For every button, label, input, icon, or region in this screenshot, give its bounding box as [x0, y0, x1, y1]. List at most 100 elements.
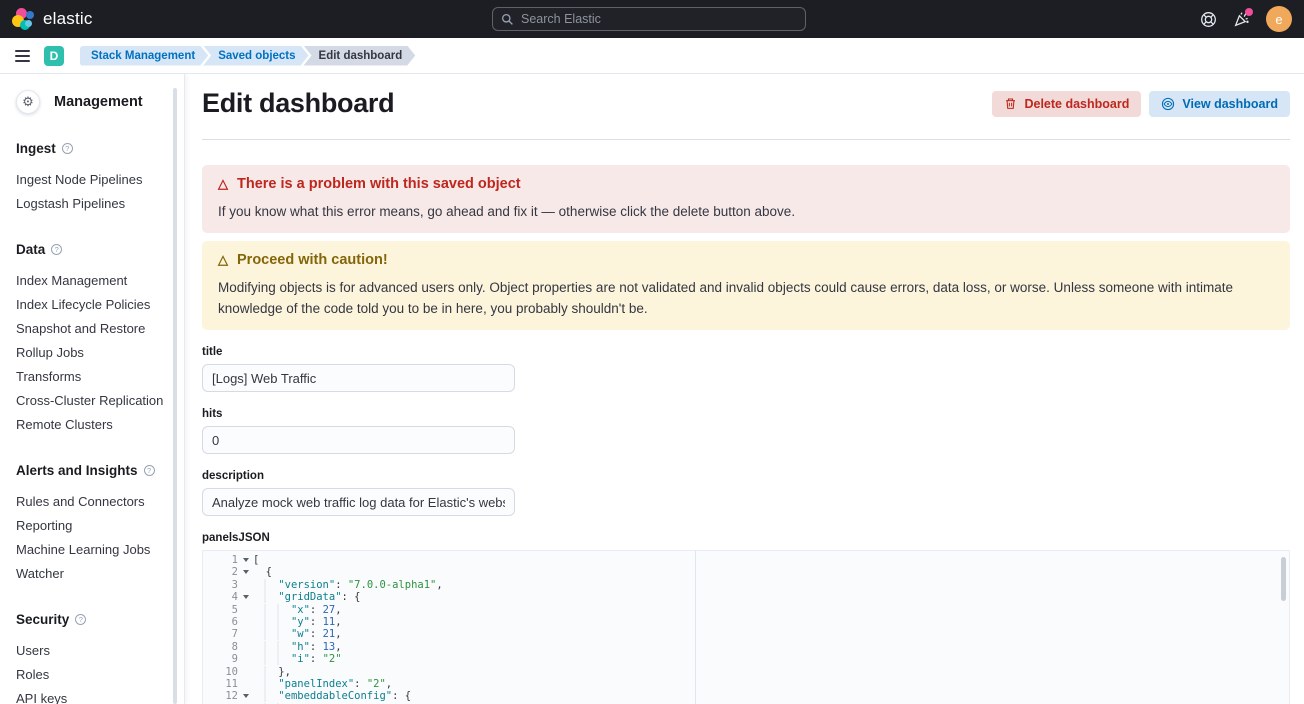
- editor-line: 7 "w": 21,: [203, 628, 1289, 640]
- help-button[interactable]: [1200, 11, 1217, 28]
- line-number: 10: [203, 666, 249, 678]
- fold-arrow-icon[interactable]: [243, 570, 249, 574]
- sidebar-item-api-keys[interactable]: API keys: [16, 686, 184, 704]
- section-help-icon: ?: [62, 143, 73, 154]
- error-callout-body: If you know what this error means, go ah…: [218, 201, 1274, 222]
- line-number: 11: [203, 678, 249, 690]
- notification-dot: [1245, 8, 1253, 16]
- breadcrumb-stack-management[interactable]: Stack Management: [80, 46, 208, 66]
- line-number: 4: [203, 591, 249, 603]
- print-margin-line: [695, 551, 696, 704]
- sidebar-item-roles[interactable]: Roles: [16, 662, 184, 686]
- error-callout: △ There is a problem with this saved obj…: [202, 165, 1290, 233]
- hits-field[interactable]: [202, 426, 515, 454]
- editor-code: 1[2 {3 "version": "7.0.0-alpha1",4 "grid…: [203, 554, 1289, 704]
- main-content: Edit dashboard Delete dashboard: [185, 74, 1304, 704]
- sidebar-section: Alerts and Insights? Rules and Connectors…: [16, 463, 184, 585]
- line-number: 9: [203, 653, 249, 665]
- panels-json-label: panelsJSON: [202, 532, 1290, 544]
- sidebar-item-rules-and-connectors[interactable]: Rules and Connectors: [16, 489, 184, 513]
- fold-arrow-icon[interactable]: [243, 558, 249, 562]
- sidebar-item-index-management[interactable]: Index Management: [16, 268, 184, 292]
- sidebar-item-cross-cluster-replication[interactable]: Cross-Cluster Replication: [16, 388, 184, 412]
- sidebar-item-index-lifecycle-policies[interactable]: Index Lifecycle Policies: [16, 292, 184, 316]
- user-avatar[interactable]: e: [1266, 6, 1292, 32]
- global-header: elastic: [0, 0, 1304, 38]
- sidebar-item-users[interactable]: Users: [16, 638, 184, 662]
- title-field[interactable]: [202, 364, 515, 392]
- sidebar-item-snapshot-and-restore[interactable]: Snapshot and Restore: [16, 316, 184, 340]
- elastic-logo-icon: [12, 8, 34, 30]
- space-badge[interactable]: D: [44, 46, 64, 66]
- editor-line: 6 "y": 11,: [203, 616, 1289, 628]
- global-search-bar[interactable]: [492, 7, 806, 31]
- search-input[interactable]: [521, 12, 797, 26]
- editor-line: 4 "gridData": {: [203, 591, 1289, 603]
- sidebar-section: Data? Index ManagementIndex Lifecycle Pol…: [16, 242, 184, 436]
- view-dashboard-button[interactable]: View dashboard: [1149, 91, 1290, 117]
- line-number: 1: [203, 554, 249, 566]
- sidebar-item-remote-clusters[interactable]: Remote Clusters: [16, 412, 184, 436]
- fold-arrow-icon[interactable]: [243, 694, 249, 698]
- sidebar-scrollbar[interactable]: [173, 88, 177, 704]
- sidebar-section-heading: Ingest?: [16, 141, 184, 156]
- elastic-home-link[interactable]: elastic: [12, 8, 93, 30]
- sidebar-section: Security?UsersRolesAPI keysRole Mappings: [16, 612, 184, 704]
- breadcrumb: Stack Management Saved objects Edit dash…: [80, 46, 415, 66]
- sidebar-item-reporting[interactable]: Reporting: [16, 513, 184, 537]
- hamburger-icon: [15, 50, 30, 52]
- line-number: 6: [203, 616, 249, 628]
- inspect-icon: [1161, 97, 1175, 111]
- caution-callout: △ Proceed with caution! Modifying object…: [202, 241, 1290, 330]
- fold-arrow-icon[interactable]: [243, 595, 249, 599]
- line-number: 12: [203, 690, 249, 702]
- caution-callout-body: Modifying objects is for advanced users …: [218, 277, 1274, 319]
- sidebar-item-watcher[interactable]: Watcher: [16, 561, 184, 585]
- breadcrumb-edit-dashboard: Edit dashboard: [304, 46, 416, 66]
- line-number: 7: [203, 628, 249, 640]
- sidebar-section-heading: Data?: [16, 242, 184, 257]
- error-callout-title: There is a problem with this saved objec…: [237, 176, 521, 192]
- editor-line: 11 "panelIndex": "2",: [203, 678, 1289, 690]
- description-field[interactable]: [202, 488, 515, 516]
- trash-icon: [1004, 97, 1017, 110]
- panels-json-editor[interactable]: 1[2 {3 "version": "7.0.0-alpha1",4 "grid…: [202, 550, 1290, 704]
- editor-line: 9 "i": "2": [203, 653, 1289, 665]
- sidebar-item-machine-learning-jobs[interactable]: Machine Learning Jobs: [16, 537, 184, 561]
- editor-line: 1[: [203, 554, 1289, 566]
- description-field-label: description: [202, 470, 1290, 482]
- menu-button[interactable]: [8, 42, 36, 70]
- sidebar-item-rollup-jobs[interactable]: Rollup Jobs: [16, 340, 184, 364]
- kibana-app: elastic: [0, 0, 1304, 704]
- brand-name: elastic: [43, 9, 93, 29]
- sidebar-item-ingest-node-pipelines[interactable]: Ingest Node Pipelines: [16, 167, 184, 191]
- delete-dashboard-button[interactable]: Delete dashboard: [992, 91, 1141, 117]
- editor-line: 5 "x": 27,: [203, 604, 1289, 616]
- editor-line: 12 "embeddableConfig": {: [203, 690, 1289, 702]
- search-icon: [501, 13, 514, 26]
- sidebar-item-logstash-pipelines[interactable]: Logstash Pipelines: [16, 191, 184, 215]
- alert-icon: △: [218, 252, 228, 268]
- editor-scrollbar[interactable]: [1281, 557, 1286, 601]
- section-help-icon: ?: [51, 244, 62, 255]
- section-help-icon: ?: [144, 465, 155, 476]
- line-number: 3: [203, 579, 249, 591]
- breadcrumb-bar: D Stack Management Saved objects Edit da…: [0, 38, 1304, 74]
- help-icon: [1200, 11, 1217, 28]
- editor-line: 8 "h": 13,: [203, 641, 1289, 653]
- sidebar-item-transforms[interactable]: Transforms: [16, 364, 184, 388]
- management-sidebar: ⚙ Management Ingest? Ingest Node Pipeline…: [0, 74, 185, 704]
- editor-line: 2 {: [203, 566, 1289, 578]
- hits-field-label: hits: [202, 408, 1290, 420]
- sidebar-section-heading: Alerts and Insights?: [16, 463, 184, 478]
- breadcrumb-saved-objects[interactable]: Saved objects: [203, 46, 308, 66]
- gear-icon: ⚙: [16, 90, 40, 114]
- newsfeed-button[interactable]: [1233, 11, 1250, 28]
- line-number: 8: [203, 641, 249, 653]
- editor-line: 3 "version": "7.0.0-alpha1",: [203, 579, 1289, 591]
- editor-line: 10 },: [203, 666, 1289, 678]
- line-number: 2: [203, 566, 249, 578]
- sidebar-header: ⚙ Management: [16, 90, 184, 114]
- sidebar-title: Management: [54, 94, 143, 110]
- title-field-label: title: [202, 346, 1290, 358]
